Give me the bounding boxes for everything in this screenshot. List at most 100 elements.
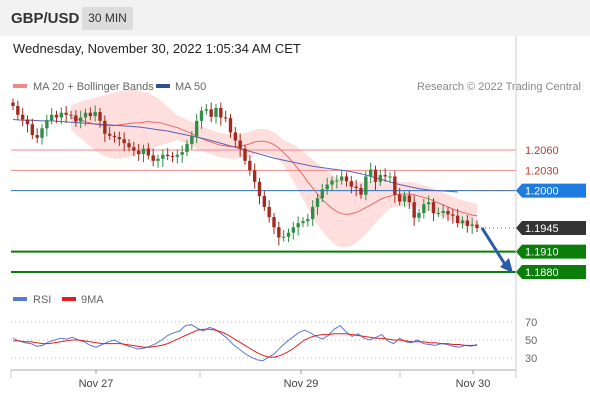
candle-body [83, 112, 88, 118]
candle-body [378, 175, 383, 182]
price-chart: MA 20 + Bollinger Bands MA 50 Research ©… [10, 36, 586, 390]
candle-body [335, 180, 339, 182]
candle-body [204, 109, 209, 111]
rsi-line [12, 324, 478, 362]
rsi-legend-label: RSI [33, 294, 51, 306]
candle-body [262, 196, 267, 207]
candle-body [277, 227, 281, 238]
candle-body [465, 220, 470, 226]
x-tick-label: Nov 27 [79, 378, 114, 390]
candle-body [455, 215, 460, 224]
candle-body [296, 223, 300, 228]
candle-body [397, 194, 402, 202]
candle-body [40, 128, 44, 138]
ma50-legend-label: MA 50 [175, 81, 206, 93]
candle-body [74, 115, 78, 122]
candle-body [59, 112, 64, 118]
candle-body [368, 169, 373, 177]
candle-body [291, 227, 296, 233]
ma50-legend-swatch [156, 84, 170, 88]
rsi-ma-legend-swatch [62, 297, 76, 301]
candle-body [175, 154, 180, 157]
candle-body [30, 124, 35, 136]
candle-body [170, 156, 175, 158]
pivot-label-2: 1.2000 [525, 186, 559, 198]
candle-body [243, 148, 247, 161]
candle-body [373, 169, 378, 182]
candle-body [252, 170, 257, 182]
resistance-label-0: 1.2060 [525, 145, 559, 157]
x-tick-label: Nov 30 [456, 378, 491, 390]
candle-body [132, 147, 136, 151]
candle-body [16, 105, 20, 115]
candle-body [161, 154, 165, 159]
candle-body [441, 211, 445, 214]
candle-body [117, 137, 122, 140]
candle-body [78, 117, 83, 122]
candle-body [364, 176, 368, 195]
candle-body [136, 150, 141, 155]
candle-body [354, 186, 358, 188]
candle-body [93, 112, 97, 117]
rsi-tick-label: 50 [525, 335, 537, 347]
candle-body [194, 120, 199, 137]
candle-body [475, 224, 479, 228]
candle-body [214, 107, 218, 117]
candle-body [257, 181, 262, 197]
candle-body [431, 202, 436, 214]
rsi-legend-swatch [13, 297, 27, 301]
candle-body [180, 152, 184, 155]
candle-body [98, 112, 102, 121]
candle-body [310, 206, 315, 220]
candle-body [88, 112, 93, 117]
candle-body [422, 204, 426, 214]
candle-body [407, 195, 412, 203]
candle-body [301, 221, 305, 224]
candle-body [344, 176, 349, 182]
candle-body [470, 224, 474, 226]
candle-body [122, 139, 126, 144]
candle-body [393, 176, 397, 195]
candle-body [339, 176, 344, 181]
candle-body [417, 213, 421, 218]
candle-body [199, 110, 204, 121]
candle-body [451, 214, 455, 216]
candle-body [460, 220, 465, 224]
candle-body [349, 181, 354, 187]
rsi-plot: 70 50 30 [11, 317, 537, 365]
support-label-4: 1.1880 [525, 267, 559, 279]
candle-body [69, 114, 73, 116]
candle-body [281, 236, 286, 238]
candle-body [107, 133, 112, 136]
candle-body [209, 109, 213, 117]
candle-body [219, 107, 223, 118]
candle-body [426, 202, 431, 205]
candle-body [238, 140, 242, 149]
candle-body [325, 184, 329, 190]
candle-body [35, 135, 39, 138]
candle-body [446, 211, 450, 215]
candle-body [151, 155, 155, 161]
resistance-label-1: 1.2030 [525, 165, 559, 177]
candle-body [272, 217, 276, 228]
rsi-tick-label: 30 [525, 353, 537, 365]
candle-body [286, 232, 291, 237]
candle-body [146, 148, 151, 156]
source-label: Research © 2022 Trading Central [417, 81, 581, 93]
price-plot: 1.2060 1.2030 1.2000 1.1910 1.1880 1.1945 [11, 89, 586, 279]
support-label-3: 1.1910 [525, 247, 559, 259]
candle-body [185, 143, 189, 153]
candle-body [190, 136, 194, 144]
x-axis: Nov 27 Nov 29 Nov 30 [10, 370, 517, 390]
rsi-tick-label: 70 [525, 317, 537, 329]
candle-body [49, 114, 54, 121]
candle-body [359, 187, 363, 195]
candle-body [54, 114, 59, 118]
candle-body [45, 120, 49, 129]
candle-body [233, 132, 238, 141]
candle-body [383, 175, 387, 177]
candle-body [141, 148, 146, 155]
candle-body [402, 195, 407, 202]
candle-body [320, 189, 325, 199]
candle-body [156, 158, 160, 161]
